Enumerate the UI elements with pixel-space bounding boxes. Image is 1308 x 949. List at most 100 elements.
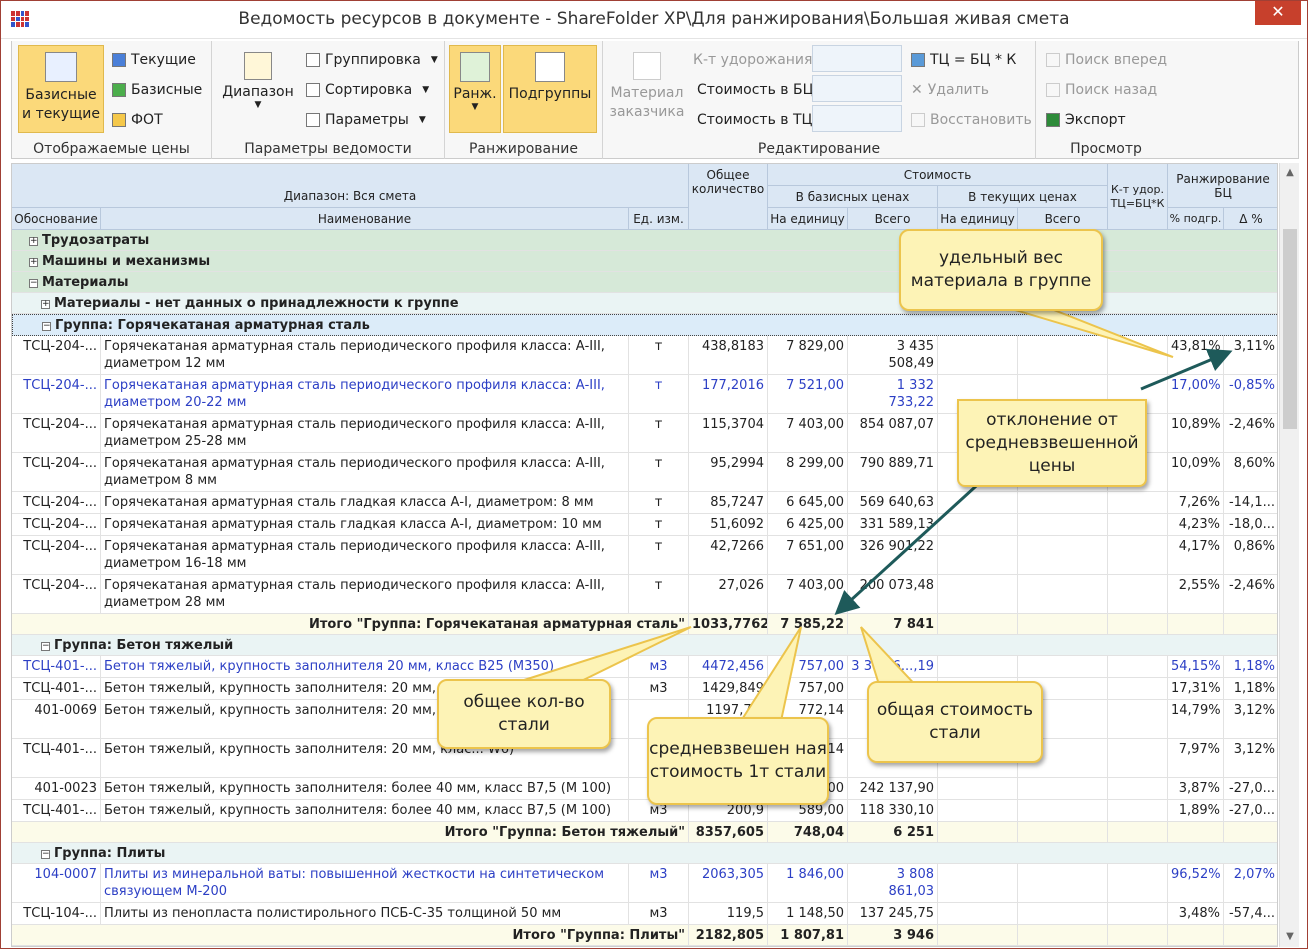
tc-equals-bc-button[interactable]: ТЦ = БЦ * К bbox=[911, 52, 1016, 68]
base-total-cell: 200 073,48 bbox=[848, 575, 938, 613]
coef-cell bbox=[1108, 656, 1168, 677]
delete-button[interactable]: ✕ Удалить bbox=[911, 82, 989, 98]
base-unit-cell: 7 403,00 bbox=[768, 575, 848, 613]
col-cur-unit[interactable]: На единицу bbox=[938, 208, 1018, 230]
group-steel[interactable]: − Группа: Горячекатаная арматурная сталь bbox=[12, 314, 1277, 336]
cost-current-label: Стоимость в ТЦ bbox=[697, 112, 813, 128]
current-prices-button[interactable]: Текущие bbox=[112, 52, 196, 68]
vertical-scrollbar[interactable]: ▲ ▼ bbox=[1279, 163, 1299, 947]
cur-total-cell bbox=[1018, 536, 1108, 574]
rank-button[interactable]: Ранж. ▼ bbox=[449, 45, 501, 133]
cur-unit-cell bbox=[938, 536, 1018, 574]
cur-total-cell bbox=[1018, 656, 1108, 677]
restore-button[interactable]: Восстановить bbox=[911, 112, 1032, 128]
ribbon-group-view: Поиск вперед Поиск назад Экспорт Просмот… bbox=[1036, 41, 1176, 159]
callout-deviation: отклонение от средневзвешенной цены bbox=[957, 399, 1147, 487]
base-prices-button[interactable]: Базисные bbox=[112, 82, 202, 98]
search-back-button[interactable]: Поиск назад bbox=[1046, 82, 1157, 98]
close-button[interactable]: ✕ bbox=[1255, 1, 1301, 25]
table-row[interactable]: 401-0069 Бетон тяжелый, крупность заполни… bbox=[12, 700, 1277, 739]
empty-cell bbox=[1224, 614, 1277, 634]
table-row[interactable]: 104-0007 Плиты из минеральной ваты: повыш… bbox=[12, 864, 1277, 903]
parameters-button[interactable]: Параметры ▼ bbox=[306, 112, 426, 128]
search-forward-button[interactable]: Поиск вперед bbox=[1046, 52, 1167, 68]
col-pct[interactable]: % подгр. bbox=[1168, 208, 1224, 230]
basis-cell: ТСЦ-401-... bbox=[12, 678, 101, 699]
fot-label: ФОТ bbox=[131, 112, 163, 128]
tc-equals-bc-label: ТЦ = БЦ * К bbox=[930, 52, 1017, 68]
coef-input[interactable] bbox=[812, 45, 902, 72]
scroll-thumb[interactable] bbox=[1283, 229, 1297, 429]
sorting-button[interactable]: Сортировка ▼ bbox=[306, 82, 429, 98]
pct-cell: 10,89% bbox=[1168, 414, 1224, 452]
coef-cell bbox=[1108, 575, 1168, 613]
col-cur-total[interactable]: Всего bbox=[1018, 208, 1108, 230]
group-title: Группа: Плиты bbox=[54, 846, 166, 861]
col-basis[interactable]: Обоснование bbox=[12, 208, 101, 230]
table-row[interactable]: ТСЦ-204-... Горячекатаная арматурная стал… bbox=[12, 336, 1277, 375]
col-unit[interactable]: Ед. изм. bbox=[629, 208, 689, 230]
table-row[interactable]: ТСЦ-104-... Плиты из пенопласта полистиро… bbox=[12, 903, 1277, 925]
expand-toggle-icon[interactable]: − bbox=[41, 850, 50, 859]
expand-toggle-icon[interactable]: + bbox=[29, 237, 38, 246]
col-coef[interactable]: К-т удор. ТЦ=БЦ*К bbox=[1108, 164, 1168, 230]
subgroups-button[interactable]: Подгруппы bbox=[503, 45, 597, 133]
pct-cell: 4,17% bbox=[1168, 536, 1224, 574]
expand-toggle-icon[interactable]: − bbox=[42, 322, 51, 331]
col-base-total[interactable]: Всего bbox=[848, 208, 938, 230]
parameters-icon bbox=[306, 113, 320, 127]
cur-unit-cell bbox=[938, 575, 1018, 613]
delta-cell: 0,86% bbox=[1224, 536, 1277, 574]
table-row[interactable]: ТСЦ-204-... Горячекатаная арматурная стал… bbox=[12, 575, 1277, 614]
rank-dropdown-icon: ▼ bbox=[471, 102, 479, 112]
basis-cell: ТСЦ-401-... bbox=[12, 800, 101, 821]
cost-base-input[interactable] bbox=[812, 75, 902, 102]
pct-cell: 7,26% bbox=[1168, 492, 1224, 513]
subgroups-icon bbox=[535, 52, 565, 82]
base-total-cell: 854 087,07 bbox=[848, 414, 938, 452]
export-button[interactable]: Экспорт bbox=[1046, 112, 1126, 128]
cur-total-cell bbox=[1018, 336, 1108, 374]
fot-button[interactable]: ФОТ bbox=[112, 112, 163, 128]
group-title: Машины и механизмы bbox=[42, 254, 211, 269]
col-delta[interactable]: Δ % bbox=[1224, 208, 1277, 230]
expand-toggle-icon[interactable]: + bbox=[41, 300, 50, 309]
restore-icon bbox=[911, 113, 925, 127]
name-cell: Горячекатаная арматурная сталь периодиче… bbox=[101, 575, 629, 613]
expand-toggle-icon[interactable]: − bbox=[41, 642, 50, 651]
group-concrete[interactable]: − Группа: Бетон тяжелый bbox=[12, 635, 1277, 656]
base-and-current-button[interactable]: Базисные и текущие bbox=[18, 45, 104, 133]
table-row[interactable]: ТСЦ-204-... Горячекатаная арматурная стал… bbox=[12, 492, 1277, 514]
table-row[interactable]: ТСЦ-401-... Бетон тяжелый, крупность запо… bbox=[12, 739, 1277, 778]
col-base-unit[interactable]: На единицу bbox=[768, 208, 848, 230]
range-button[interactable]: Диапазон ▼ bbox=[218, 45, 298, 133]
group-slabs[interactable]: − Группа: Плиты bbox=[12, 843, 1277, 864]
col-qty[interactable]: Общее количество bbox=[689, 164, 768, 230]
sorting-dropdown-icon: ▼ bbox=[422, 85, 430, 95]
unit-cell: т bbox=[629, 336, 689, 374]
table-row[interactable]: ТСЦ-204-... Горячекатаная арматурная стал… bbox=[12, 536, 1277, 575]
cost-current-input[interactable] bbox=[812, 105, 902, 132]
col-name[interactable]: Наименование bbox=[101, 208, 629, 230]
delta-cell: -18,0... bbox=[1224, 514, 1277, 535]
base-unit-cell: 7 651,00 bbox=[768, 536, 848, 574]
expand-toggle-icon[interactable]: − bbox=[29, 279, 38, 288]
pct-cell: 10,09% bbox=[1168, 453, 1224, 491]
grouping-button[interactable]: Группировка ▼ bbox=[306, 52, 438, 68]
table-row[interactable]: ТСЦ-401-... Бетон тяжелый, крупность запо… bbox=[12, 656, 1277, 678]
scroll-up-icon[interactable]: ▲ bbox=[1280, 163, 1300, 183]
pct-cell: 17,31% bbox=[1168, 678, 1224, 699]
pct-cell: 7,97% bbox=[1168, 739, 1224, 777]
table-row[interactable]: ТСЦ-401-... Бетон тяжелый, крупность запо… bbox=[12, 800, 1277, 822]
name-cell: Бетон тяжелый, крупность заполнителя: бо… bbox=[101, 778, 629, 799]
table-row[interactable]: ТСЦ-401-... Бетон тяжелый, крупность запо… bbox=[12, 678, 1277, 700]
parameters-dropdown-icon: ▼ bbox=[418, 115, 426, 125]
scroll-down-icon[interactable]: ▼ bbox=[1280, 927, 1300, 947]
customer-material-button[interactable]: Материал заказчика bbox=[607, 45, 687, 133]
group-steel-label: − Группа: Горячекатаная арматурная сталь bbox=[39, 315, 1239, 335]
expand-toggle-icon[interactable]: + bbox=[29, 258, 38, 267]
table-row[interactable]: ТСЦ-204-... Горячекатаная арматурная стал… bbox=[12, 514, 1277, 536]
unit-cell: м3 bbox=[629, 678, 689, 699]
table-icon bbox=[45, 52, 77, 82]
table-row[interactable]: 401-0023 Бетон тяжелый, крупность заполни… bbox=[12, 778, 1277, 800]
